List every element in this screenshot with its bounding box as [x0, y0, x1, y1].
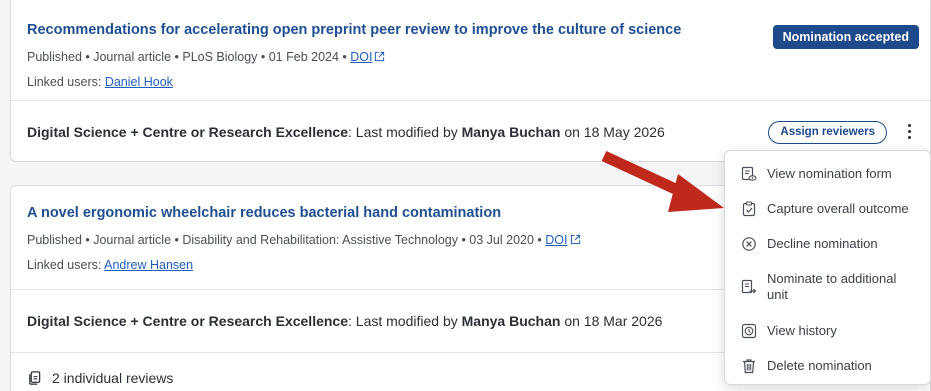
menu-item-capture-overall-outcome[interactable]: Capture overall outcome — [725, 191, 930, 226]
reviews-count: 2 individual reviews — [52, 370, 174, 386]
linked-users-label: Linked users: — [27, 258, 105, 272]
menu-item-view-nomination-form[interactable]: View nomination form — [725, 157, 930, 191]
linked-users-label: Linked users: — [27, 75, 105, 89]
modified-label: : Last modified by — [348, 313, 462, 329]
publication-meta: Published • Journal article • PLoS Biolo… — [27, 49, 914, 65]
form-view-icon — [741, 166, 757, 181]
external-link-icon[interactable] — [570, 234, 581, 245]
doi-link[interactable]: DOI — [350, 50, 372, 64]
menu-item-decline-nomination[interactable]: Decline nomination — [725, 226, 930, 261]
external-link-icon[interactable] — [374, 51, 385, 62]
menu-item-label: Nominate to additional unit — [767, 271, 897, 302]
actions-menu: View nomination form Capture overall out… — [724, 150, 931, 385]
reviews-icon — [29, 371, 41, 385]
linked-user-link[interactable]: Andrew Hansen — [104, 258, 193, 272]
modified-date: on 18 Mar 2026 — [560, 313, 663, 329]
clipboard-check-icon — [742, 200, 756, 216]
document-forward-icon — [741, 279, 757, 294]
nomination-card: Recommendations for accelerating open pr… — [10, 0, 931, 162]
menu-item-label: View nomination form — [767, 166, 892, 181]
modified-label: : Last modified by — [348, 124, 462, 140]
menu-item-delete-nomination[interactable]: Delete nomination — [725, 348, 930, 383]
linked-user-link[interactable]: Daniel Hook — [105, 75, 173, 89]
publication-title-link[interactable]: Recommendations for accelerating open pr… — [27, 20, 681, 40]
linked-users: Linked users: Daniel Hook — [27, 74, 914, 90]
modified-user: Manya Buchan — [461, 124, 561, 140]
publication-title-link[interactable]: A novel ergonomic wheelchair reduces bac… — [27, 203, 501, 223]
card-header: Recommendations for accelerating open pr… — [11, 0, 930, 100]
modified-date: on 18 May 2026 — [560, 124, 665, 140]
publication-meta-text: Published • Journal article • Disability… — [27, 233, 546, 247]
menu-item-label: Capture overall outcome — [767, 200, 909, 216]
modified-user: Manya Buchan — [461, 313, 561, 329]
circle-x-icon — [742, 236, 756, 251]
unit-name: Digital Science + Centre or Research Exc… — [27, 124, 348, 140]
menu-item-label: View history — [767, 322, 837, 338]
unit-name: Digital Science + Centre or Research Exc… — [27, 313, 348, 329]
doi-link[interactable]: DOI — [545, 233, 567, 247]
trash-icon — [743, 358, 755, 373]
history-icon — [741, 323, 757, 338]
menu-item-nominate-additional-unit[interactable]: Nominate to additional unit — [725, 261, 930, 313]
menu-item-label: Decline nomination — [767, 235, 878, 251]
more-options-icon[interactable] — [902, 120, 916, 142]
menu-item-view-history[interactable]: View history — [725, 313, 930, 348]
menu-item-label: Delete nomination — [767, 357, 872, 373]
assign-reviewers-button[interactable]: Assign reviewers — [768, 121, 887, 144]
annotation-arrow-icon — [601, 151, 724, 212]
publication-meta-text: Published • Journal article • PLoS Biolo… — [27, 50, 351, 64]
status-badge: Nomination accepted — [772, 25, 919, 49]
